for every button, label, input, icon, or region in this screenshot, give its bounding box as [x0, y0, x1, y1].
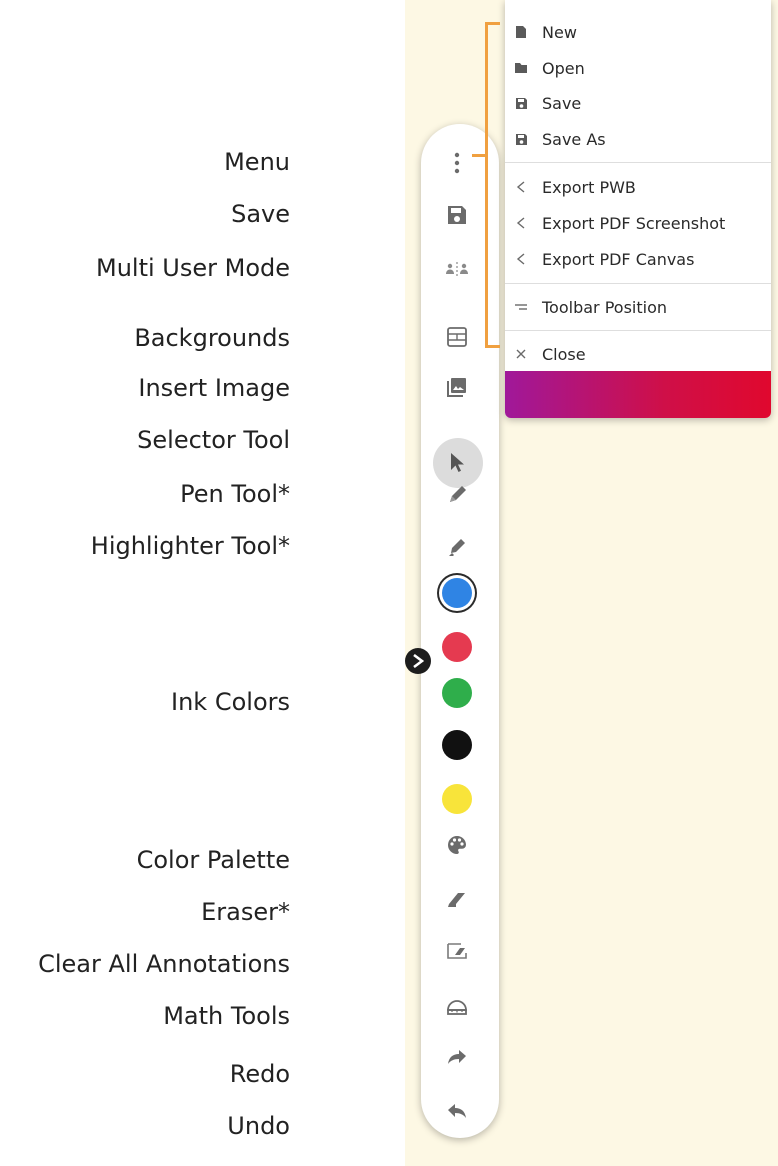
- menu-button[interactable]: [432, 144, 482, 182]
- pen-icon: [450, 486, 466, 502]
- math-tools-button[interactable]: [432, 986, 482, 1024]
- redo-icon: [448, 1050, 466, 1064]
- menu-item-new[interactable]: New: [505, 15, 771, 49]
- clear-all-annotations-button[interactable]: [432, 932, 482, 970]
- menu-item-toolbar-position[interactable]: Toolbar Position: [505, 290, 771, 324]
- ink-color-blue[interactable]: [442, 578, 472, 608]
- label-eraser: Eraser*: [201, 898, 290, 926]
- image-icon: [447, 378, 466, 397]
- save-button[interactable]: [432, 196, 482, 234]
- floppy-icon: [514, 97, 528, 110]
- label-color-palette: Color Palette: [136, 846, 290, 874]
- menu-callout-tick: [472, 154, 488, 157]
- label-undo: Undo: [227, 1112, 290, 1140]
- multi-user-mode-button[interactable]: [432, 250, 482, 288]
- label-math-tools: Math Tools: [163, 1002, 290, 1030]
- cursor-arrow-icon: [451, 453, 464, 472]
- protractor-icon: [447, 1000, 467, 1015]
- menu-item-save-as[interactable]: Save As: [505, 122, 771, 156]
- folder-icon: [514, 62, 528, 74]
- eraser-icon: [448, 893, 465, 907]
- expand-toolbar-button[interactable]: [405, 648, 431, 674]
- menu-item-label: Export PDF Canvas: [542, 249, 695, 269]
- share-icon: [514, 253, 528, 265]
- label-backgrounds: Backgrounds: [134, 324, 290, 352]
- ink-color-red[interactable]: [442, 632, 472, 662]
- menu-footer-gradient: [505, 371, 771, 418]
- multi-user-icon: [446, 262, 468, 276]
- share-icon: [514, 181, 528, 193]
- undo-icon: [448, 1104, 466, 1118]
- menu-item-label: Open: [542, 58, 585, 78]
- backgrounds-button[interactable]: [432, 318, 482, 356]
- menu-item-label: Toolbar Position: [542, 297, 667, 317]
- label-ink-colors: Ink Colors: [171, 688, 290, 716]
- clear-annotations-icon: [447, 943, 467, 959]
- redo-button[interactable]: [432, 1038, 482, 1076]
- ink-color-yellow[interactable]: [442, 784, 472, 814]
- menu-divider: [505, 162, 771, 163]
- floppy-icon: [514, 133, 528, 146]
- more-vert-icon: [454, 152, 460, 174]
- menu-item-label: Close: [542, 344, 586, 364]
- menu-item-export-pdf-canvas[interactable]: Export PDF Canvas: [505, 242, 771, 276]
- menu-callout-bracket: [485, 22, 500, 348]
- menu-item-label: Export PWB: [542, 177, 636, 197]
- menu-item-save[interactable]: Save: [505, 86, 771, 120]
- menu-item-label: New: [542, 22, 577, 42]
- label-menu: Menu: [224, 148, 290, 176]
- label-selector: Selector Tool: [137, 426, 290, 454]
- share-icon: [514, 217, 528, 229]
- toolbar-menu-dropdown: New Open Save Save As Export PWB Export …: [505, 0, 771, 418]
- menu-item-close[interactable]: Close: [505, 337, 771, 371]
- menu-item-label: Export PDF Screenshot: [542, 213, 726, 233]
- label-insert-image: Insert Image: [138, 374, 290, 402]
- menu-divider: [505, 283, 771, 284]
- menu-item-label: Save: [542, 93, 582, 113]
- highlighter-icon: [449, 539, 465, 556]
- eraser-button[interactable]: [432, 880, 482, 918]
- floppy-icon: [448, 206, 466, 224]
- menu-item-export-pwb[interactable]: Export PWB: [505, 170, 771, 204]
- ink-color-green[interactable]: [442, 678, 472, 708]
- pen-tool-button[interactable]: [432, 476, 482, 514]
- undo-button[interactable]: [432, 1092, 482, 1130]
- menu-item-open[interactable]: Open: [505, 51, 771, 85]
- label-highlighter: Highlighter Tool*: [90, 532, 290, 560]
- label-clear-all: Clear All Annotations: [38, 950, 290, 978]
- chevron-right-icon: [413, 654, 424, 668]
- label-pen: Pen Tool*: [180, 480, 290, 508]
- menu-divider: [505, 330, 771, 331]
- menu-item-label: Save As: [542, 129, 606, 149]
- color-palette-button[interactable]: [432, 826, 482, 864]
- label-redo: Redo: [229, 1060, 290, 1088]
- close-icon: [514, 349, 528, 359]
- file-icon: [514, 25, 528, 39]
- ink-color-black[interactable]: [442, 730, 472, 760]
- palette-icon: [448, 836, 466, 854]
- label-multi-user: Multi User Mode: [95, 254, 290, 282]
- menu-item-export-pdf-screenshot[interactable]: Export PDF Screenshot: [505, 206, 771, 240]
- highlighter-tool-button[interactable]: [432, 528, 482, 566]
- insert-image-button[interactable]: [432, 368, 482, 406]
- grid-background-icon: [447, 327, 467, 347]
- toolbar-position-icon: [514, 302, 528, 312]
- label-save: Save: [231, 200, 290, 228]
